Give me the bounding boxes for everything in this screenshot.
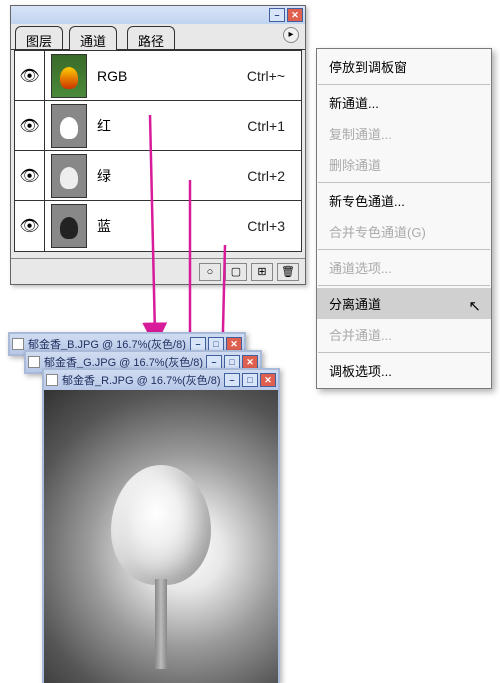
menu-item-label: 分离通道 xyxy=(329,297,381,312)
tab-paths[interactable]: 路径 xyxy=(127,26,175,50)
menu-merge-channels: 合并通道... xyxy=(317,319,491,350)
window-icon xyxy=(28,356,40,368)
channel-thumbnail xyxy=(51,204,87,248)
channel-name: RGB xyxy=(97,68,157,84)
window-close-button[interactable]: ✕ xyxy=(242,355,258,369)
window-minimize-button[interactable]: – xyxy=(190,337,206,351)
window-maximize-button[interactable]: □ xyxy=(224,355,240,369)
menu-palette-options[interactable]: 调板选项... xyxy=(317,355,491,386)
cursor-icon: ↖ xyxy=(468,296,481,314)
tulip-graphic xyxy=(101,465,221,625)
visibility-toggle[interactable]: 👁 xyxy=(15,151,45,200)
channel-shortcut: Ctrl+2 xyxy=(247,168,285,184)
menu-dock-to-palette[interactable]: 停放到调板窗 xyxy=(317,51,491,82)
load-selection-button[interactable]: ○ xyxy=(199,263,221,281)
panel-footer: ○ ▢ ⊞ 🗑 xyxy=(11,258,305,284)
window-minimize-button[interactable]: – xyxy=(224,373,240,387)
tab-layers[interactable]: 图层 xyxy=(15,26,63,50)
menu-duplicate-channel: 复制通道... xyxy=(317,118,491,149)
channel-list: 👁 RGB Ctrl+~ 👁 红 Ctrl+1 👁 绿 Ctrl+2 👁 蓝 C… xyxy=(14,50,302,252)
panel-titlebar: – ✕ xyxy=(11,6,305,24)
window-minimize-button[interactable]: – xyxy=(206,355,222,369)
window-close-button[interactable]: ✕ xyxy=(260,373,276,387)
menu-split-channels[interactable]: 分离通道 ↖ xyxy=(317,288,491,319)
channel-name: 红 xyxy=(97,116,157,136)
menu-separator xyxy=(318,285,490,286)
save-selection-button[interactable]: ▢ xyxy=(225,263,247,281)
channels-panel: – ✕ 图层 通道 路径 ▸ 👁 RGB Ctrl+~ 👁 红 Ctrl+1 👁… xyxy=(10,5,306,285)
channel-row-green[interactable]: 👁 绿 Ctrl+2 xyxy=(15,151,301,201)
menu-separator xyxy=(318,84,490,85)
channel-name: 绿 xyxy=(97,166,157,186)
window-maximize-button[interactable]: □ xyxy=(208,337,224,351)
channel-thumbnail xyxy=(51,54,87,98)
window-icon xyxy=(46,374,58,386)
panel-close-button[interactable]: ✕ xyxy=(287,8,303,22)
channel-row-blue[interactable]: 👁 蓝 Ctrl+3 xyxy=(15,201,301,251)
delete-channel-button[interactable]: 🗑 xyxy=(277,263,299,281)
menu-merge-spot-channel: 合并专色通道(G) xyxy=(317,216,491,247)
visibility-toggle[interactable]: 👁 xyxy=(15,201,45,251)
window-titlebar[interactable]: 郁金香_R.JPG @ 16.7%(灰色/8) – □ ✕ xyxy=(44,370,278,390)
window-title: 郁金香_R.JPG @ 16.7%(灰色/8) xyxy=(62,372,220,388)
menu-separator xyxy=(318,249,490,250)
menu-new-spot-channel[interactable]: 新专色通道... xyxy=(317,185,491,216)
window-close-button[interactable]: ✕ xyxy=(226,337,242,351)
channel-shortcut: Ctrl+~ xyxy=(247,68,285,84)
panel-tabs: 图层 通道 路径 ▸ xyxy=(11,24,305,50)
menu-separator xyxy=(318,352,490,353)
tab-channels[interactable]: 通道 xyxy=(69,26,117,50)
channel-shortcut: Ctrl+3 xyxy=(247,218,285,234)
menu-channel-options: 通道选项... xyxy=(317,252,491,283)
panel-menu-button[interactable]: ▸ xyxy=(283,27,299,43)
window-icon xyxy=(12,338,24,350)
menu-separator xyxy=(318,182,490,183)
visibility-toggle[interactable]: 👁 xyxy=(15,101,45,150)
channel-row-red[interactable]: 👁 红 Ctrl+1 xyxy=(15,101,301,151)
image-canvas[interactable] xyxy=(44,390,278,683)
channel-row-rgb[interactable]: 👁 RGB Ctrl+~ xyxy=(15,51,301,101)
menu-new-channel[interactable]: 新通道... xyxy=(317,87,491,118)
channel-thumbnail xyxy=(51,104,87,148)
panel-minimize-button[interactable]: – xyxy=(269,8,285,22)
visibility-toggle[interactable]: 👁 xyxy=(15,51,45,100)
image-window-red[interactable]: 郁金香_R.JPG @ 16.7%(灰色/8) – □ ✕ xyxy=(42,368,280,683)
channel-name: 蓝 xyxy=(97,216,157,236)
new-channel-button[interactable]: ⊞ xyxy=(251,263,273,281)
channel-thumbnail xyxy=(51,154,87,198)
channel-shortcut: Ctrl+1 xyxy=(247,118,285,134)
menu-delete-channel: 删除通道 xyxy=(317,149,491,180)
panel-context-menu: 停放到调板窗 新通道... 复制通道... 删除通道 新专色通道... 合并专色… xyxy=(316,48,492,389)
window-maximize-button[interactable]: □ xyxy=(242,373,258,387)
